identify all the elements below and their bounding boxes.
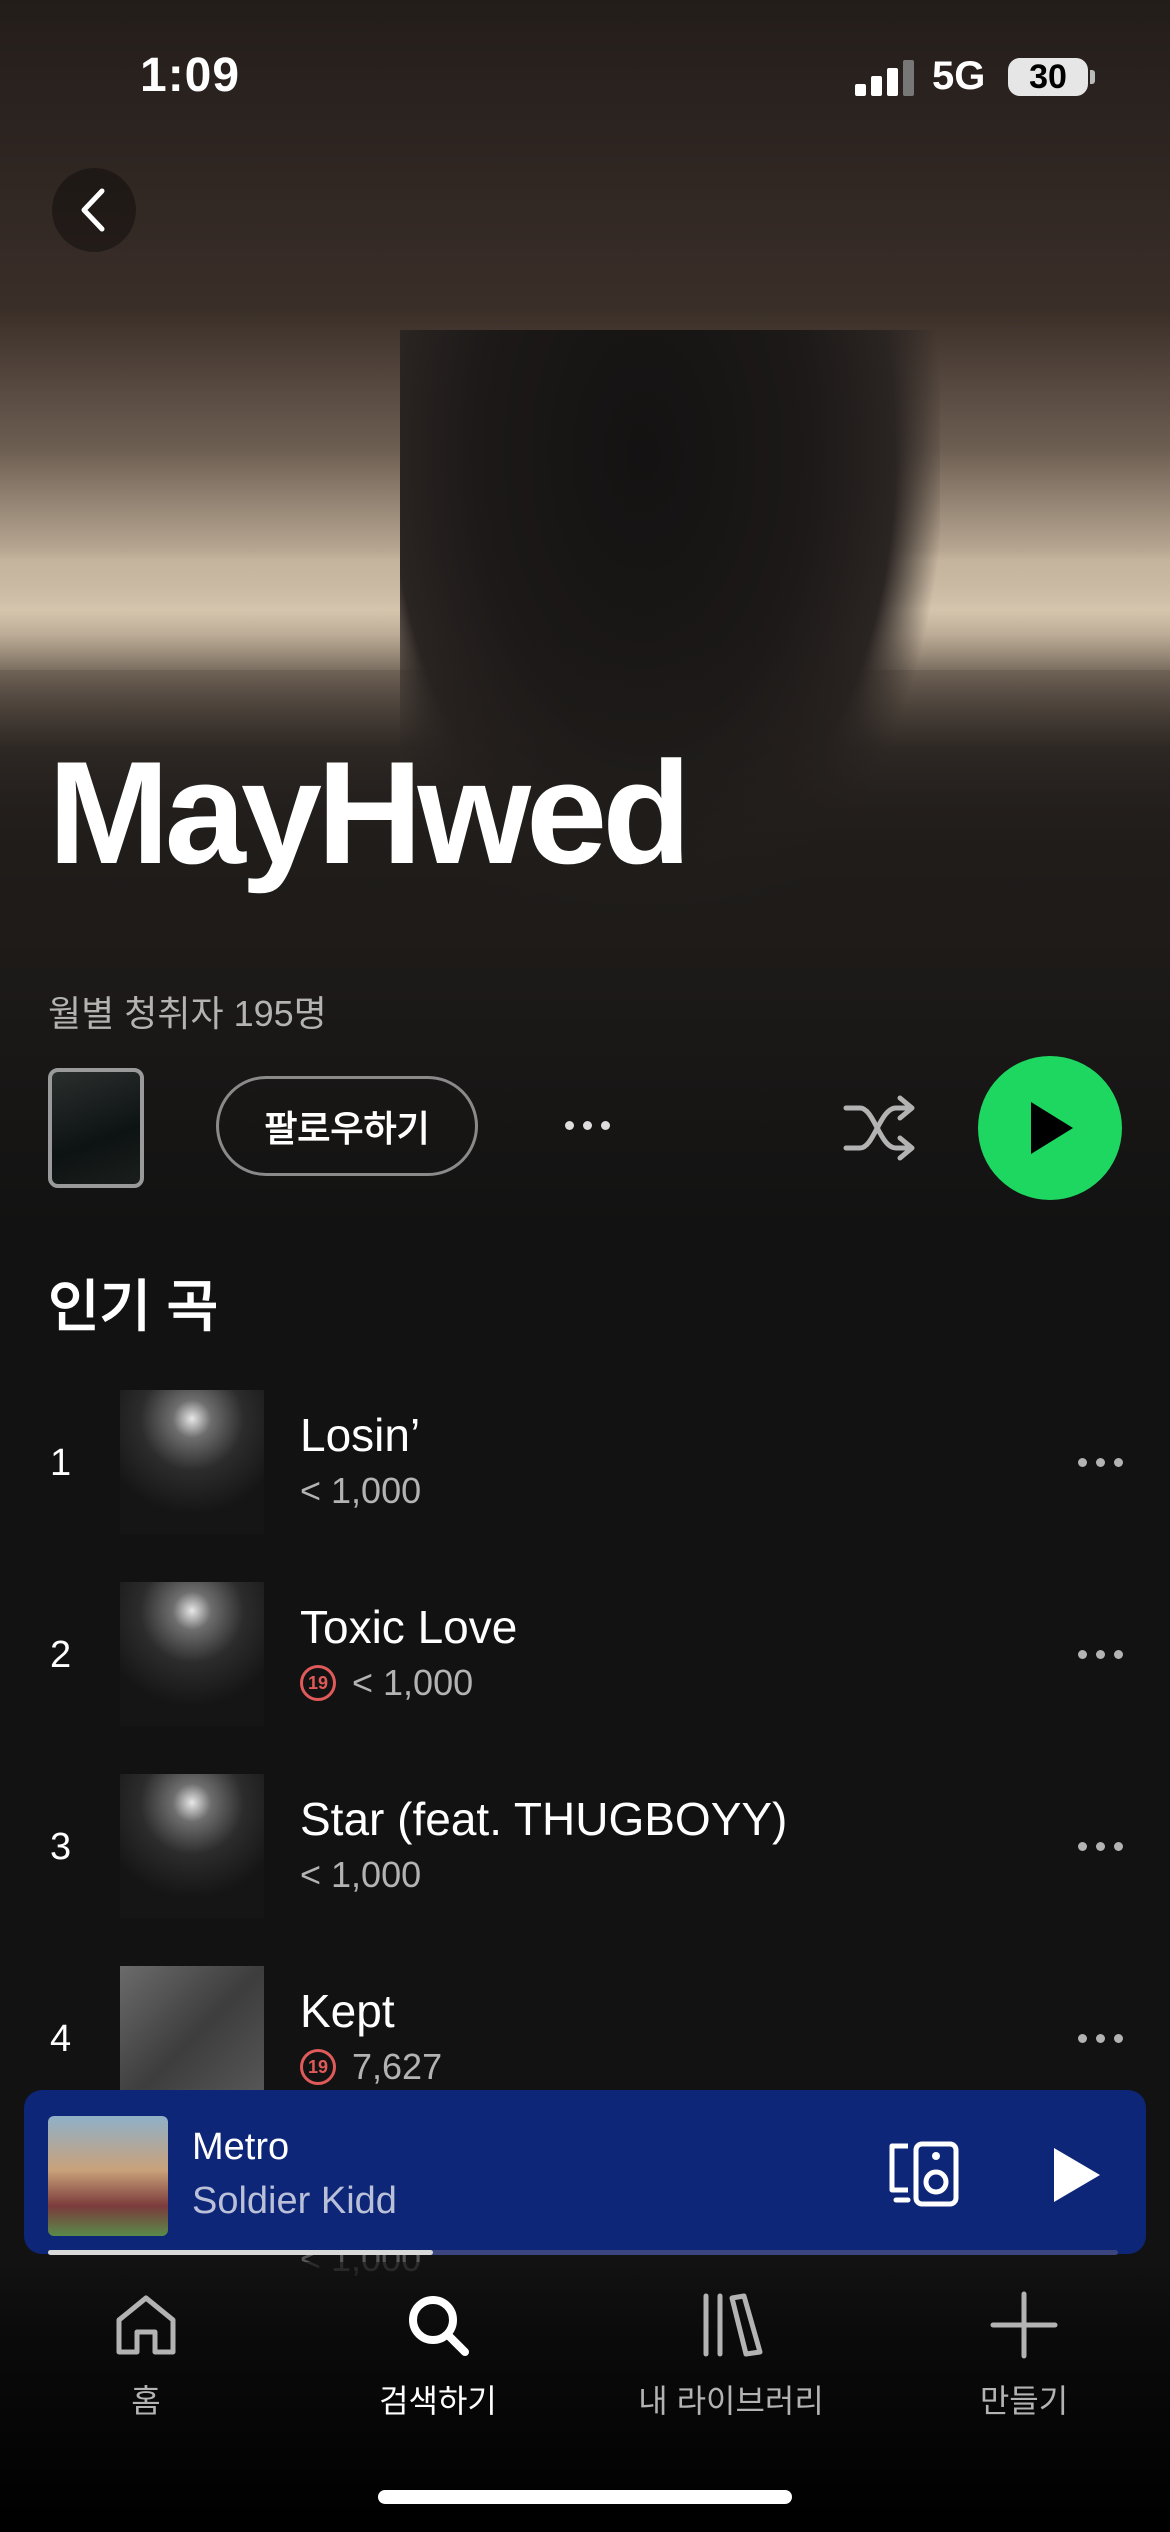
play-icon	[1031, 1102, 1073, 1154]
track-title: Toxic Love	[300, 1601, 518, 1653]
tab-home[interactable]: 홈	[26, 2290, 266, 2422]
speaker-device-icon	[889, 2141, 959, 2207]
status-time: 1:09	[140, 49, 241, 102]
explicit-badge: 19	[300, 2049, 336, 2085]
explicit-badge: 19	[300, 1665, 336, 1701]
shuffle-icon	[843, 1095, 915, 1161]
track-plays: 19 < 1,000	[300, 1662, 473, 1704]
tab-label: 내 라이브러리	[638, 2383, 824, 2419]
connect-device-button[interactable]	[886, 2140, 962, 2208]
track-rank: 1	[50, 1442, 72, 1484]
now-playing-artist: Soldier Kidd	[192, 2180, 397, 2222]
tab-library[interactable]: 내 라이브러리	[611, 2290, 851, 2422]
more-dots-icon	[1077, 1841, 1123, 1851]
play-button[interactable]	[978, 1056, 1122, 1200]
track-plays: 19 7,627	[300, 2046, 442, 2088]
playback-progress-fill	[48, 2250, 434, 2255]
battery-icon: 30	[1008, 58, 1088, 96]
track-row[interactable]: 1 Losin’ < 1,000	[0, 1390, 1170, 1540]
play-icon	[1054, 2148, 1100, 2202]
track-artwork	[120, 1966, 264, 2110]
play-count: < 1,000	[300, 1854, 422, 1895]
home-icon	[116, 2295, 176, 2355]
popular-tracks-title: 인기 곡	[48, 1275, 219, 1338]
tab-label: 검색하기	[379, 2383, 497, 2419]
track-plays: < 1,000	[300, 1854, 421, 1896]
shuffle-button[interactable]	[840, 1090, 920, 1166]
track-title: Star (feat. THUGBOYY)	[300, 1793, 788, 1845]
mini-play-button[interactable]	[1040, 2140, 1110, 2210]
track-row[interactable]: 2 Toxic Love 19 < 1,000	[0, 1582, 1170, 1732]
signal-icon	[855, 60, 915, 96]
tab-label: 홈	[131, 2383, 161, 2419]
home-indicator	[378, 2490, 792, 2504]
track-more-button[interactable]	[1070, 1826, 1130, 1866]
plus-icon	[990, 2291, 1058, 2359]
search-icon	[409, 2296, 469, 2356]
artist-name: MayHwed	[48, 731, 691, 894]
track-artwork	[120, 1774, 264, 1918]
status-bar: 1:09 5G 30	[0, 0, 1170, 150]
track-rank: 2	[50, 1634, 72, 1676]
track-rank: 3	[50, 1826, 72, 1868]
follow-button[interactable]: 팔로우하기	[216, 1076, 478, 1176]
track-more-button[interactable]	[1070, 1634, 1130, 1674]
now-playing-title: Metro	[192, 2126, 290, 2168]
now-playing-bar[interactable]: Metro Soldier Kidd	[24, 2090, 1146, 2254]
artist-cover-thumbnail[interactable]	[48, 1068, 144, 1188]
more-dots-icon	[1077, 2033, 1123, 2043]
more-dots-icon	[564, 1120, 610, 1130]
track-more-button[interactable]	[1070, 2018, 1130, 2058]
track-artwork	[120, 1582, 264, 1726]
chevron-left-icon	[81, 188, 105, 232]
library-icon	[703, 2293, 763, 2357]
track-rank: 4	[50, 2018, 72, 2060]
more-dots-icon	[1077, 1649, 1123, 1659]
more-options-button[interactable]	[552, 1100, 622, 1150]
track-title: Losin’	[300, 1409, 421, 1461]
more-dots-icon	[1077, 1457, 1123, 1467]
playback-progress[interactable]	[48, 2250, 1118, 2255]
network-label: 5G	[932, 54, 986, 98]
back-button[interactable]	[52, 168, 136, 252]
track-plays: < 1,000	[300, 1470, 421, 1512]
track-title: Kept	[300, 1985, 395, 2037]
play-count: < 1,000	[300, 1470, 422, 1511]
tab-label: 만들기	[979, 2383, 1069, 2419]
play-count: 7,627	[352, 2046, 443, 2087]
track-artwork	[120, 1390, 264, 1534]
track-row[interactable]: 3 Star (feat. THUGBOYY) < 1,000	[0, 1774, 1170, 1924]
now-playing-artwork	[48, 2116, 168, 2236]
track-more-button[interactable]	[1070, 1442, 1130, 1482]
monthly-listeners: 월별 청취자 195명	[48, 993, 327, 1034]
play-count: < 1,000	[352, 1662, 474, 1703]
battery-tip	[1090, 70, 1095, 84]
tab-search[interactable]: 검색하기	[318, 2290, 558, 2422]
tab-create[interactable]: 만들기	[904, 2290, 1144, 2422]
